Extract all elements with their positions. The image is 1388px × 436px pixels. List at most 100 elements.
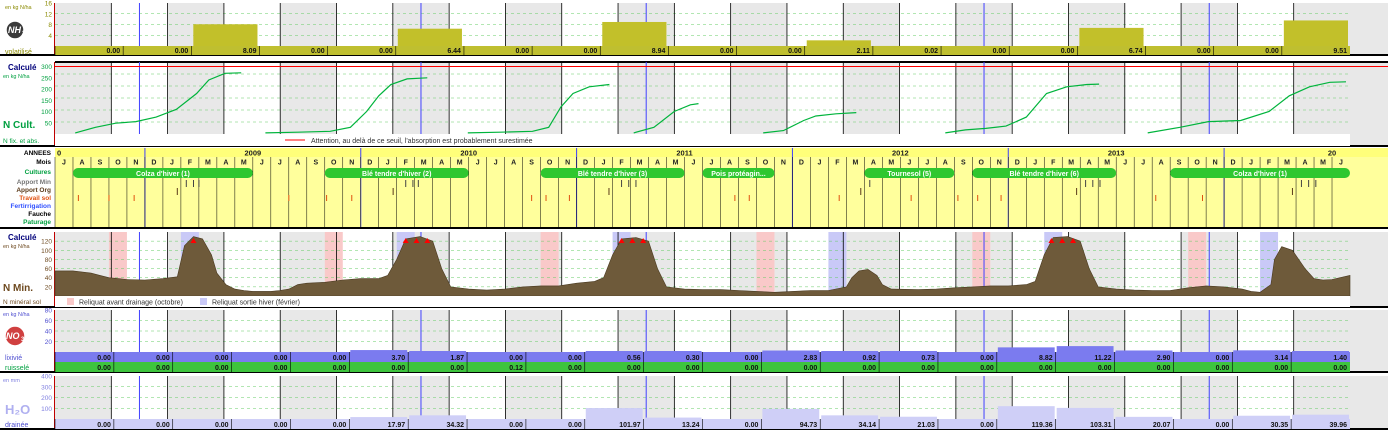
month-label: M bbox=[241, 160, 247, 167]
value-cell: 17.97 bbox=[388, 422, 406, 429]
month-label: J bbox=[278, 160, 282, 167]
value-cell: 0.00 bbox=[311, 48, 325, 55]
value-cell: 0.00 bbox=[156, 355, 170, 362]
y-tick-label: 80 bbox=[45, 308, 53, 315]
value-cell: 0.00 bbox=[720, 48, 734, 55]
month-label: A bbox=[727, 160, 732, 167]
month-label: D bbox=[1015, 160, 1020, 167]
value-cell: 0.02 bbox=[924, 48, 938, 55]
value-cell: 0.00 bbox=[175, 48, 189, 55]
value-cell: 0.00 bbox=[1061, 48, 1075, 55]
month-label: A bbox=[1303, 160, 1308, 167]
value-cell: 0.00 bbox=[584, 48, 598, 55]
value-cell: 21.03 bbox=[917, 422, 935, 429]
value-cell: 0.00 bbox=[97, 422, 111, 429]
month-label: J bbox=[170, 160, 174, 167]
month-label: J bbox=[925, 160, 929, 167]
month-label: J bbox=[1249, 160, 1253, 167]
drainage-bar bbox=[821, 415, 878, 419]
y-tick-label: 12 bbox=[45, 11, 53, 18]
drainage-bar bbox=[1116, 417, 1173, 419]
value-cell: 0.00 bbox=[745, 365, 759, 372]
value-cell: 0.00 bbox=[1216, 365, 1230, 372]
month-label: M bbox=[1320, 160, 1326, 167]
value-cell: 0.00 bbox=[1197, 48, 1211, 55]
no3-leach-bar bbox=[1292, 351, 1349, 352]
y-tick-label: 40 bbox=[45, 275, 53, 282]
value-cell: 0.00 bbox=[568, 422, 582, 429]
ncult-legend-row bbox=[55, 134, 1350, 146]
month-label: J bbox=[386, 160, 390, 167]
value-cell: 3.70 bbox=[392, 355, 406, 362]
month-label: N bbox=[997, 160, 1002, 167]
calendar-row-label: Fertirrigation bbox=[11, 203, 51, 210]
value-cell: 8.09 bbox=[243, 48, 257, 55]
value-cell: 0.12 bbox=[509, 365, 523, 372]
y-tick-label: 200 bbox=[41, 395, 52, 402]
drainage-bar bbox=[1233, 416, 1290, 419]
drainage-bar bbox=[350, 417, 407, 419]
crop-label: Blé tendre d'hiver (3) bbox=[578, 171, 647, 178]
nmin-label: N Min. bbox=[3, 283, 33, 294]
y-tick-label: 300 bbox=[41, 64, 52, 71]
value-cell: 0.00 bbox=[379, 48, 393, 55]
crop-label: Blé tendre d'hiver (2) bbox=[362, 171, 431, 178]
month-label: J bbox=[494, 160, 498, 167]
drainage-bar bbox=[1292, 415, 1349, 419]
month-label: N bbox=[565, 160, 570, 167]
month-label: A bbox=[871, 160, 876, 167]
year-label: 2011 bbox=[676, 149, 692, 158]
nh3-unit: en kg N/ha bbox=[5, 5, 33, 11]
no3-leach-bar bbox=[1116, 350, 1173, 352]
value-cell: 2.83 bbox=[804, 355, 818, 362]
value-cell: 0.00 bbox=[1333, 365, 1347, 372]
drainage-bar bbox=[762, 409, 819, 419]
value-cell: 0.00 bbox=[156, 365, 170, 372]
month-label: F bbox=[188, 160, 193, 167]
value-cell: 9.51 bbox=[1333, 48, 1347, 55]
month-label: J bbox=[476, 160, 480, 167]
month-label: M bbox=[205, 160, 211, 167]
y-tick-label: 120 bbox=[41, 239, 52, 246]
drainage-bar bbox=[880, 417, 937, 419]
nh3-row-label: volatilisé bbox=[5, 49, 32, 56]
year-label: 20 bbox=[1328, 149, 1336, 158]
y-tick-label: 60 bbox=[45, 318, 53, 325]
drainage-reliquat-band bbox=[756, 232, 774, 296]
h2o-icon-text: H₂O bbox=[5, 402, 30, 417]
value-cell: 0.00 bbox=[862, 365, 876, 372]
y-tick-label: 400 bbox=[41, 374, 52, 381]
value-cell: 94.73 bbox=[800, 422, 818, 429]
month-label: D bbox=[367, 160, 372, 167]
no3-lixivie-label: lixivié bbox=[5, 355, 22, 362]
y-tick-label: 100 bbox=[41, 109, 52, 116]
calendar-row-label: Apport Org bbox=[16, 187, 51, 194]
panel-right-margin bbox=[1350, 62, 1388, 146]
value-cell: 0.92 bbox=[862, 355, 876, 362]
month-label: M bbox=[637, 160, 643, 167]
value-cell: 6.74 bbox=[1129, 48, 1143, 55]
no3-leach-bar bbox=[350, 350, 407, 352]
month-label: M bbox=[1284, 160, 1290, 167]
value-cell: 0.00 bbox=[1265, 48, 1279, 55]
value-cell: 0.00 bbox=[745, 355, 759, 362]
crop-label: Colza d'hiver (1) bbox=[1233, 171, 1287, 178]
month-label: O bbox=[115, 160, 121, 167]
value-cell: 0.00 bbox=[921, 365, 935, 372]
value-cell: 34.32 bbox=[447, 422, 465, 429]
value-cell: 0.00 bbox=[97, 355, 111, 362]
month-label: F bbox=[835, 160, 840, 167]
drainage-bar bbox=[586, 408, 643, 419]
nmin-unit: en kg N/ha bbox=[3, 244, 31, 250]
month-label: A bbox=[943, 160, 948, 167]
winter-reliquat-band bbox=[828, 232, 846, 296]
y-tick-label: 20 bbox=[45, 284, 53, 291]
crop-label: Blé tendre d'hiver (6) bbox=[1010, 171, 1079, 178]
month-label: A bbox=[295, 160, 300, 167]
value-cell: 11.22 bbox=[1094, 355, 1111, 362]
value-cell: 0.73 bbox=[921, 355, 935, 362]
value-cell: 0.00 bbox=[392, 365, 406, 372]
month-label: D bbox=[583, 160, 588, 167]
nh3-bar bbox=[807, 40, 871, 46]
y-tick-label: 100 bbox=[41, 248, 52, 255]
